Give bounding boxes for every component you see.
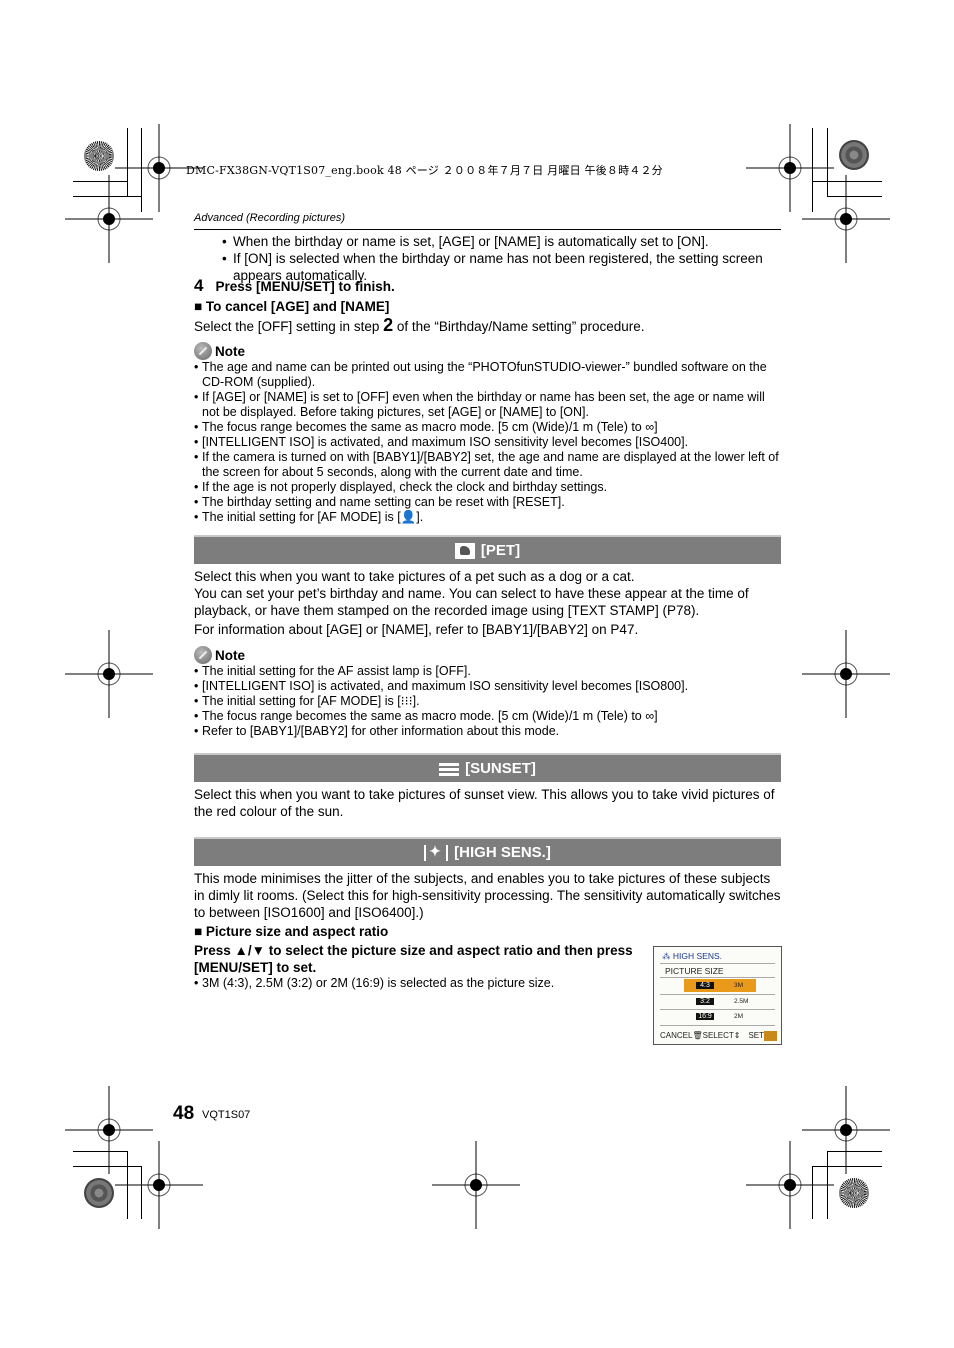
sunset-paragraph: Select this when you want to take pictur…	[194, 787, 775, 819]
note-list: The initial setting for the AF assist la…	[194, 664, 781, 739]
banner-title: [PET]	[480, 542, 521, 559]
section-banner-pet: [PET]	[194, 535, 781, 564]
cancel-text: Select the [OFF] setting in step 2 of th…	[194, 315, 781, 335]
set-label: SET	[748, 1031, 764, 1041]
cancel-section: To cancel [AGE] and [NAME] Select the [O…	[194, 298, 781, 335]
step-number: 4	[194, 276, 204, 295]
step-text: Press [MENU/SET] to finish.	[215, 279, 395, 294]
section-heading: Picture size and aspect ratio	[194, 923, 781, 940]
pet-icon	[454, 542, 475, 559]
high-sens-paragraph: This mode minimises the jitter of the su…	[194, 871, 781, 920]
trash-icon: 🗑	[692, 1031, 703, 1040]
section-banner-high-sens: [HIGH SENS.]	[194, 837, 781, 866]
picture-size: 2M	[734, 1013, 744, 1020]
cancel-label: CANCEL	[660, 1031, 693, 1040]
note-label: Note	[215, 647, 245, 663]
lcd-option-row: 16:9 2M	[684, 1010, 756, 1023]
list-item: The initial setting for the AF assist la…	[194, 664, 781, 679]
list-item: Refer to [BABY1]/[BABY2] for other infor…	[194, 724, 781, 739]
lcd-footer: CANCEL🗑SELECT⇕ SET	[660, 1031, 777, 1041]
note-2: Note The initial setting for the AF assi…	[194, 646, 781, 739]
section-heading: To cancel [AGE] and [NAME]	[194, 298, 781, 315]
section-banner-sunset: [SUNSET]	[194, 753, 781, 782]
picture-size: 2.5M	[734, 998, 749, 1005]
camera-lcd-screenshot: ⁂ HIGH SENS. PICTURE SIZE 4:3 3M 3:2 2.5M …	[653, 946, 782, 1045]
divider	[660, 963, 775, 964]
list-item: The initial setting for [AF MODE] is [⁝⁝…	[194, 694, 781, 709]
note-list: The age and name can be printed out usin…	[194, 360, 781, 525]
pencil-note-icon	[194, 646, 212, 664]
list-item: If [AGE] or [NAME] is set to [OFF] even …	[194, 390, 781, 420]
banner-title: [SUNSET]	[465, 760, 536, 777]
list-item: The age and name can be printed out usin…	[194, 360, 781, 390]
list-item: [INTELLIGENT ISO] is activated, and maxi…	[194, 679, 781, 694]
list-item: If the age is not properly displayed, ch…	[194, 480, 781, 495]
running-head: Advanced (Recording pictures)	[194, 212, 346, 224]
picture-size: 3M	[734, 982, 744, 989]
bullet-text: 3M (4:3), 2.5M (3:2) or 2M (16:9) is sel…	[202, 976, 555, 990]
divider	[660, 1025, 775, 1026]
list-item: The focus range becomes the same as macr…	[194, 709, 781, 724]
page-number: 48	[173, 1103, 195, 1124]
text: of the “Birthday/Name setting” procedure…	[393, 319, 645, 334]
divider	[660, 977, 775, 978]
lcd-label: PICTURE SIZE	[665, 966, 724, 976]
list-item: The initial setting for [AF MODE] is [👤]…	[194, 510, 781, 525]
list-item: If the camera is turned on with [BABY1]/…	[194, 450, 781, 480]
high-sens-icon	[424, 843, 449, 861]
step-4: 4 Press [MENU/SET] to finish.	[194, 276, 395, 296]
note-1: Note The age and name can be printed out…	[194, 342, 781, 525]
pet-paragraph: For information about [AGE] or [NAME], r…	[194, 622, 639, 637]
list-item: When the birthday or name is set, [AGE] …	[222, 233, 782, 250]
aspect-ratio: 4:3	[696, 982, 714, 989]
menu-set-icon	[764, 1031, 777, 1041]
text: Select the [OFF] setting in step	[194, 319, 384, 334]
aspect-ratio: 16:9	[696, 1013, 714, 1020]
note-heading: Note	[194, 646, 781, 664]
list-item: The focus range becomes the same as macr…	[194, 420, 781, 435]
select-label: SELECT	[702, 1031, 734, 1040]
header-rule	[194, 229, 781, 230]
lcd-title: ⁂ HIGH SENS.	[662, 951, 722, 962]
banner-title: [HIGH SENS.]	[454, 844, 551, 861]
list-item: The birthday setting and name setting ca…	[194, 495, 781, 510]
up-down-icon: ⇕	[733, 1031, 741, 1040]
aspect-ratio: 3:2	[696, 998, 714, 1005]
lcd-option-row: 3:2 2.5M	[684, 995, 756, 1008]
list-item: [INTELLIGENT ISO] is activated, and maxi…	[194, 435, 781, 450]
instruction: Press ▲/▼ to select the picture size and…	[194, 943, 633, 975]
pet-paragraph: Select this when you want to take pictur…	[194, 569, 749, 618]
document-code: VQT1S07	[202, 1109, 251, 1121]
pencil-note-icon	[194, 342, 212, 360]
book-header: DMC-FX38GN-VQT1S07_eng.book 48 ページ ２００８年…	[186, 164, 663, 177]
lcd-option-row: 4:3 3M	[684, 979, 756, 992]
note-heading: Note	[194, 342, 781, 360]
sunset-icon	[439, 761, 460, 777]
step-digit: 2	[383, 315, 394, 335]
lcd-title-text: HIGH SENS.	[672, 951, 722, 961]
note-label: Note	[215, 343, 245, 359]
high-sens-icon: ⁂	[662, 951, 671, 961]
